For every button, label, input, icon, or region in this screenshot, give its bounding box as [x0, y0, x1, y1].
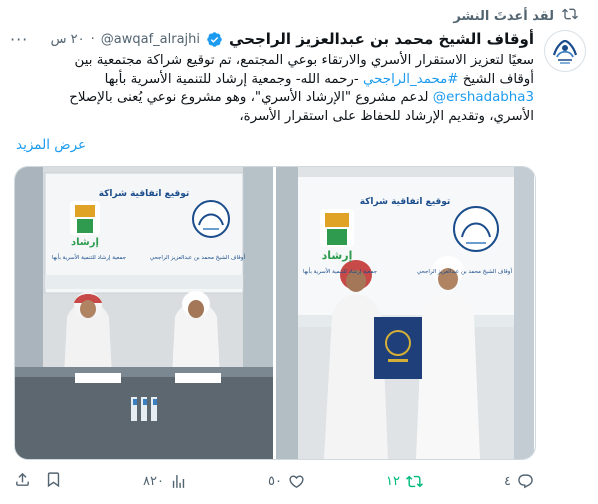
photo2-partner-caption: جمعية إرشاد للتنمية الأسرية بأبها	[302, 269, 378, 275]
like-count: ٥٠	[268, 474, 282, 489]
views-button[interactable]: ٨٢٠	[143, 473, 187, 490]
avatar[interactable]	[544, 30, 586, 72]
mention-link[interactable]: @ershadabha3	[433, 90, 534, 105]
retweet-icon	[562, 6, 578, 26]
retweet-banner-text: لقد أعدتَ النشر	[453, 8, 554, 24]
author-name[interactable]: أوقاف الشيخ محمد بن عبدالعزيز الراجحي	[229, 30, 534, 48]
tweet-line-4: الأسري، وتقديم الإرشاد للحفاظ على استقرا…	[239, 108, 534, 124]
retweet-count: ١٢	[386, 474, 400, 489]
photo2-host-caption: أوقاف الشيخ محمد بن عبدالعزيز الراجحي	[416, 269, 512, 275]
bookmark-icon[interactable]	[45, 471, 62, 492]
tweet-line-2-post: -رحمه الله- وجمعية إرشاد للتنمية الأسرية…	[104, 71, 363, 87]
photo1-banner-title: توقيع اتفاقية شراكة	[98, 189, 190, 199]
tweet-line-3-post: لدعم مشروع "الإرشاد الأسري"، وهو مشروع ن…	[69, 90, 433, 105]
photo-agreement[interactable]: توقيع اتفاقية شراكة إرشاد جمعية إرشاد لل…	[276, 167, 534, 459]
retweet-button[interactable]: ١٢	[386, 473, 423, 490]
reply-button[interactable]: ٤	[504, 473, 534, 490]
tweet-card[interactable]: لقد أعدتَ النشر أوقاف الشيخ محمد بن عبدا…	[0, 0, 598, 504]
tweet-header: أوقاف الشيخ محمد بن عبدالعزيز الراجحي @a…	[14, 30, 534, 48]
photo1-host-caption: أوقاف الشيخ محمد بن عبدالعزيز الراجحي	[149, 255, 245, 261]
tweet-line-2: أوقاف الشيخ #محمد_الراجحي -رحمه الله- وج…	[14, 71, 534, 90]
author-handle[interactable]: @awqaf_alrajhi	[101, 32, 200, 47]
photo1-partner-logo-text: إرشاد	[71, 237, 99, 248]
like-button[interactable]: ٥٠	[268, 473, 305, 490]
share-icon[interactable]	[14, 471, 31, 492]
show-more-link[interactable]: عرض المزيد	[16, 137, 86, 153]
heart-icon	[288, 473, 305, 490]
media-grid: توقيع اتفاقية شراكة إرشاد جمعية إرشاد لل…	[14, 166, 536, 460]
views-count: ٨٢٠	[143, 474, 164, 489]
reply-count: ٤	[504, 474, 511, 489]
verified-badge-icon	[206, 31, 223, 48]
retweet-banner: لقد أعدتَ النشر	[453, 6, 578, 26]
header-separator: ·	[90, 31, 95, 47]
tweet-actions: ٤ ١٢ ٥٠ ٨٢٠	[14, 471, 534, 492]
tweet-line-3: @ershadabha3 لدعم مشروع "الإرشاد الأسري"…	[14, 89, 534, 108]
tweet-line-1: سعيًا لتعزيز الاستقرار الأسري والارتقاء …	[74, 53, 534, 68]
tweet-time[interactable]: ٢٠ س	[51, 32, 85, 47]
more-options-icon[interactable]: ···	[10, 30, 28, 49]
reply-icon	[517, 473, 534, 490]
views-icon	[170, 473, 187, 490]
secondary-actions	[14, 471, 62, 492]
photo1-partner-caption: جمعية إرشاد للتنمية الأسرية بأبها	[51, 255, 127, 261]
tweet-text: سعيًا لتعزيز الاستقرار الأسري والارتقاء …	[14, 52, 534, 126]
photo2-banner-title: توقيع اتفاقية شراكة	[359, 197, 451, 207]
photo-signing[interactable]: توقيع اتفاقية شراكة إرشاد جمعية إرشاد لل…	[15, 167, 273, 459]
retweet-action-icon	[406, 473, 423, 490]
tweet-line-2-pre: أوقاف الشيخ	[458, 71, 534, 87]
hashtag-link[interactable]: #محمد_الراجحي	[363, 72, 459, 87]
photo2-partner-logo-text: إرشاد	[321, 249, 353, 262]
